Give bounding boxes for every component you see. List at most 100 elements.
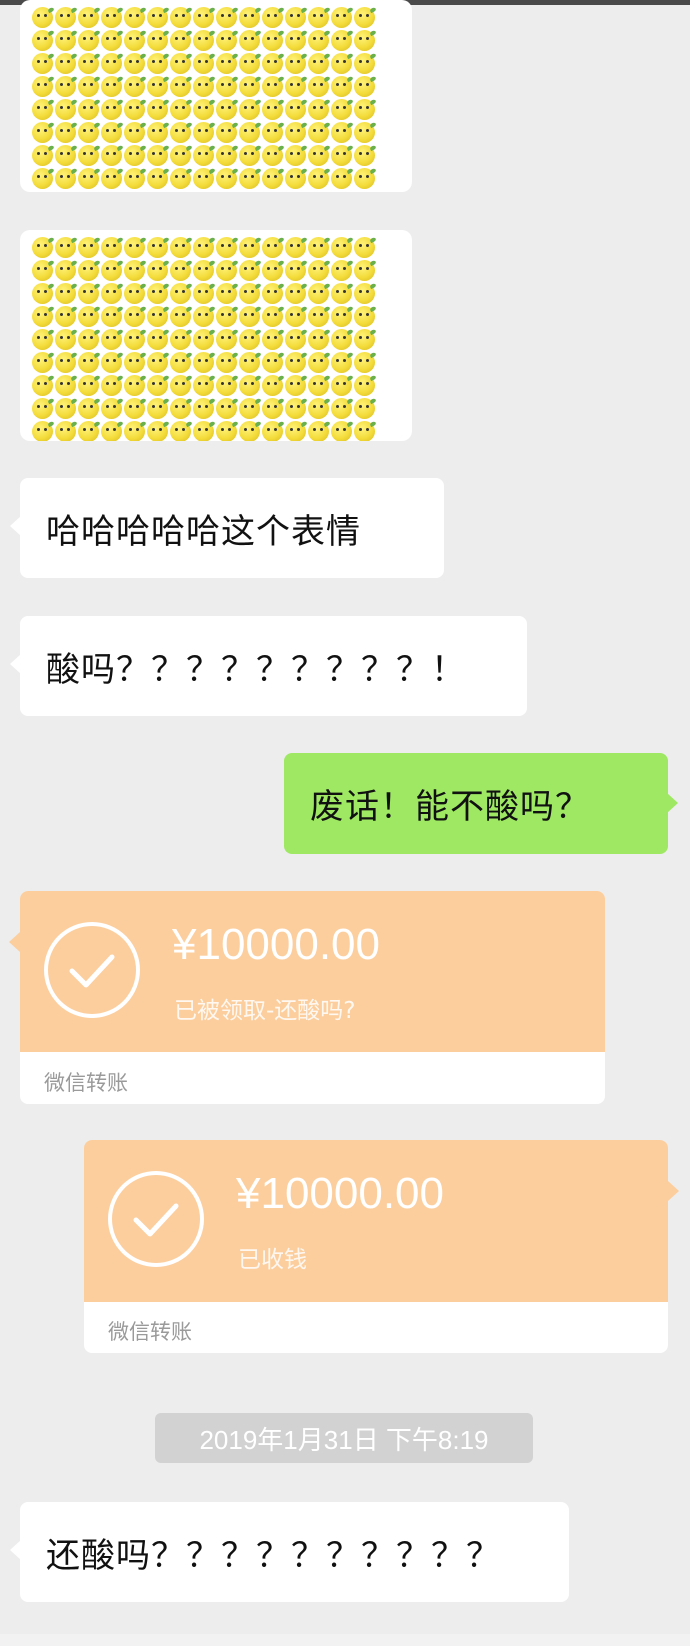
wechat-transfer-card[interactable]: ¥10000.00 已被领取-还酸吗? 微信转账 xyxy=(20,891,605,1104)
lemon-emoji-icon xyxy=(147,76,168,97)
lemon-emoji-icon xyxy=(354,168,375,189)
lemon-emoji-icon xyxy=(78,398,99,419)
lemon-emoji-icon xyxy=(101,30,122,51)
lemon-emoji-icon xyxy=(239,30,260,51)
lemon-emoji-icon xyxy=(170,260,191,281)
lemon-emoji-icon xyxy=(170,352,191,373)
lemon-emoji-icon xyxy=(193,53,214,74)
lemon-emoji-icon xyxy=(285,237,306,258)
lemon-emoji-icon xyxy=(354,145,375,166)
lemon-emoji-icon xyxy=(193,168,214,189)
lemon-emoji-icon xyxy=(124,329,145,350)
lemon-emoji-icon xyxy=(216,7,237,28)
lemon-emoji-icon xyxy=(262,53,283,74)
lemon-emoji-icon xyxy=(239,329,260,350)
lemon-emoji-icon xyxy=(331,421,352,441)
lemon-emoji-icon xyxy=(308,30,329,51)
lemon-emoji-icon xyxy=(32,237,53,258)
lemon-emoji-icon xyxy=(285,122,306,143)
message-bubble-received[interactable]: 哈哈哈哈哈这个表情 xyxy=(10,478,444,578)
lemon-emoji-icon xyxy=(285,329,306,350)
lemon-emoji-icon xyxy=(55,53,76,74)
lemon-emoji-icon xyxy=(354,375,375,396)
lemon-emoji-icon xyxy=(101,421,122,441)
emoji-row xyxy=(32,305,402,328)
emoji-row xyxy=(32,282,402,305)
lemon-emoji-icon xyxy=(216,145,237,166)
lemon-emoji-icon xyxy=(239,99,260,120)
lemon-emoji-icon xyxy=(193,260,214,281)
lemon-emoji-icon xyxy=(78,421,99,441)
lemon-emoji-icon xyxy=(239,375,260,396)
lemon-emoji-icon xyxy=(193,329,214,350)
lemon-emoji-icon xyxy=(170,122,191,143)
lemon-emoji-icon xyxy=(32,99,53,120)
lemon-emoji-icon xyxy=(101,99,122,120)
lemon-emoji-icon xyxy=(331,352,352,373)
lemon-emoji-icon xyxy=(262,7,283,28)
lemon-emoji-icon xyxy=(285,283,306,304)
lemon-emoji-icon xyxy=(285,168,306,189)
emoji-row xyxy=(32,144,402,167)
message-text: 哈哈哈哈哈这个表情 xyxy=(46,511,361,552)
lemon-emoji-icon xyxy=(170,30,191,51)
transfer-status: 已收钱 xyxy=(238,1247,307,1273)
lemon-emoji-icon xyxy=(78,306,99,327)
lemon-emoji-icon xyxy=(101,122,122,143)
lemon-emoji-icon xyxy=(147,283,168,304)
lemon-emoji-icon xyxy=(308,260,329,281)
lemon-emoji-icon xyxy=(354,306,375,327)
bubble-tail xyxy=(9,932,20,952)
lemon-emoji-icon xyxy=(239,168,260,189)
lemon-emoji-icon xyxy=(124,76,145,97)
checkmark-icon xyxy=(108,1171,204,1267)
lemon-emoji-icon xyxy=(216,168,237,189)
lemon-emoji-icon xyxy=(331,260,352,281)
message-bubble-received[interactable]: 酸吗？？？？？？？？？！ xyxy=(10,616,527,716)
lemon-emoji-icon xyxy=(239,76,260,97)
lemon-emoji-icon xyxy=(124,260,145,281)
lemon-emoji-icon xyxy=(55,99,76,120)
message-text: 酸吗？？？？？？？？？！ xyxy=(46,649,466,690)
bubble-tail xyxy=(668,1181,679,1201)
lemon-emoji-icon xyxy=(124,306,145,327)
lemon-emoji-icon xyxy=(262,375,283,396)
lemon-emoji-icon xyxy=(216,398,237,419)
lemon-emoji-icon xyxy=(354,53,375,74)
lemon-emoji-icon xyxy=(285,30,306,51)
emoji-row xyxy=(32,29,402,52)
message-text: 废话！能不酸吗？ xyxy=(310,787,590,827)
lemon-emoji-icon xyxy=(262,30,283,51)
lemon-emoji-icon xyxy=(331,145,352,166)
emoji-row xyxy=(32,121,402,144)
lemon-emoji-icon xyxy=(331,30,352,51)
lemon-emoji-icon xyxy=(147,99,168,120)
lemon-emoji-icon xyxy=(193,99,214,120)
emoji-row xyxy=(32,236,402,259)
transfer-amount: ¥10000.00 xyxy=(172,920,380,969)
lemon-emoji-icon xyxy=(331,168,352,189)
lemon-emoji-icon xyxy=(354,398,375,419)
transfer-footer: 微信转账 xyxy=(108,1320,192,1344)
lemon-emoji-icon xyxy=(78,122,99,143)
lemon-emoji-icon xyxy=(354,122,375,143)
lemon-emoji-icon xyxy=(193,421,214,441)
lemon-emoji-icon xyxy=(308,145,329,166)
message-bubble-sent[interactable]: 废话！能不酸吗？ xyxy=(284,753,678,854)
lemon-emoji-icon xyxy=(32,329,53,350)
lemon-emoji-icon xyxy=(78,99,99,120)
lemon-emoji-icon xyxy=(147,352,168,373)
lemon-emoji-icon xyxy=(285,421,306,441)
lemon-sticker-message[interactable] xyxy=(20,0,412,192)
lemon-emoji-icon xyxy=(55,306,76,327)
lemon-sticker-message[interactable] xyxy=(20,230,412,441)
lemon-emoji-icon xyxy=(239,260,260,281)
lemon-emoji-icon xyxy=(55,329,76,350)
message-bubble-received[interactable]: 还酸吗？？？？？？？？？？ xyxy=(10,1502,569,1602)
lemon-emoji-icon xyxy=(147,421,168,441)
lemon-emoji-icon xyxy=(101,283,122,304)
lemon-emoji-icon xyxy=(78,76,99,97)
lemon-emoji-icon xyxy=(147,306,168,327)
wechat-transfer-card[interactable]: ¥10000.00 已收钱 微信转账 xyxy=(84,1140,668,1353)
lemon-emoji-icon xyxy=(170,398,191,419)
